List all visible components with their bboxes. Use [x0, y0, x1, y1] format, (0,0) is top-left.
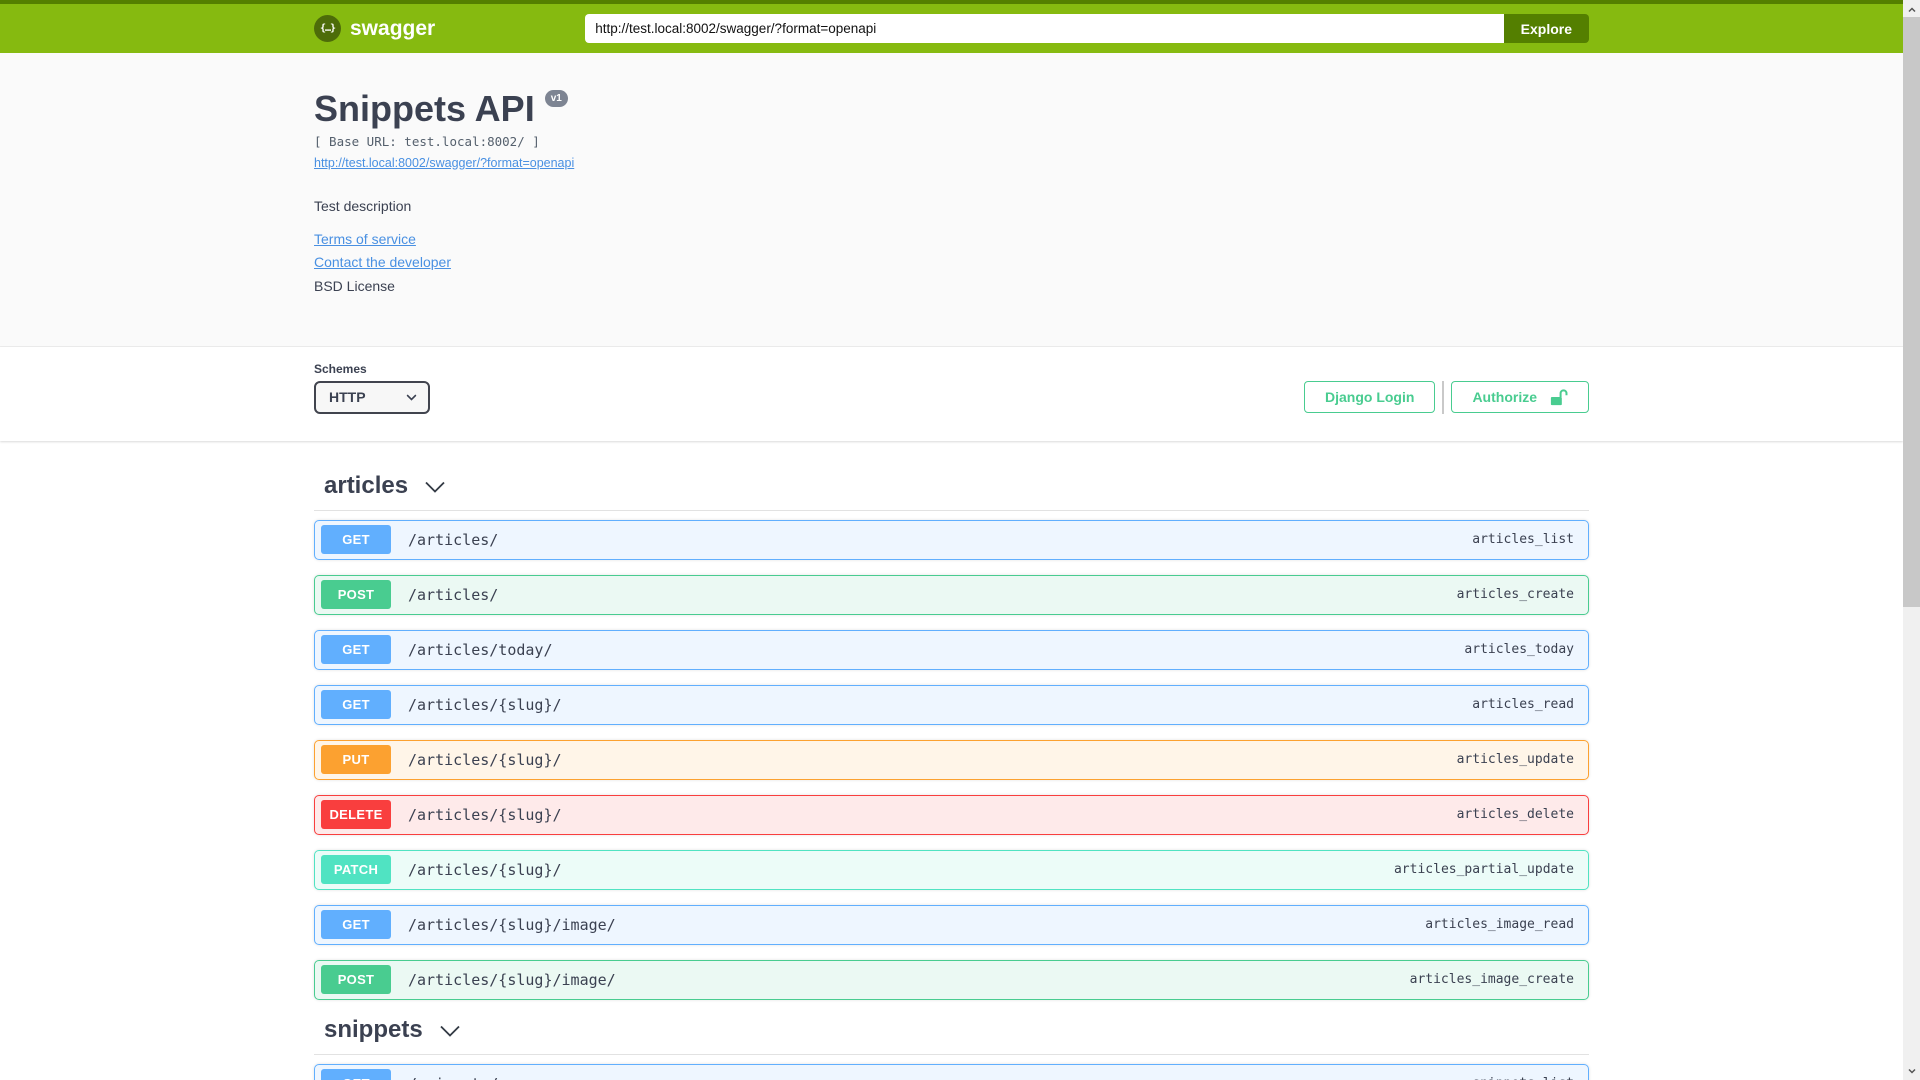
operation-path: /articles/{slug}/ [408, 860, 562, 879]
api-description: Test description [314, 197, 412, 214]
scheme-container: Schemes HTTP Django Login Authorize [0, 346, 1903, 441]
method-badge: POST [321, 580, 391, 610]
contact-developer-link[interactable]: Contact the developer [314, 254, 451, 270]
base-url: [ Base URL: test.local:8002/ ] [314, 133, 540, 149]
swagger-logo: {…} swagger [314, 15, 435, 42]
spec-link[interactable]: http://test.local:8002/swagger/?format=o… [314, 156, 574, 170]
schemes-label: Schemes [314, 361, 367, 376]
scrollbar-up-arrow-icon[interactable] [1903, 1, 1920, 18]
schemes-selected-value: HTTP [329, 389, 366, 406]
method-badge: GET [321, 1069, 391, 1080]
operation-id: articles_create [1456, 587, 1574, 603]
operation-path: /articles/today/ [408, 640, 553, 659]
operations-list: GET /articles/ articles_list POST /artic… [314, 511, 1589, 1000]
license-label: BSD License [314, 277, 395, 294]
authorize-label: Authorize [1472, 389, 1537, 406]
operation-id: snippets_list [1472, 1076, 1574, 1080]
info-section: Snippets API v1 [ Base URL: test.local:8… [0, 53, 1903, 347]
spec-url-input[interactable] [585, 14, 1504, 43]
api-tag-section: snippets GET /snippets/ snippets_list [314, 1015, 1589, 1080]
version-badge: v1 [544, 90, 568, 107]
operation-id: articles_image_read [1425, 917, 1574, 933]
operation-path: /articles/{slug}/ [408, 805, 562, 824]
operation-id: articles_list [1472, 532, 1574, 548]
django-login-label: Django Login [1325, 389, 1415, 406]
operation-row[interactable]: POST /articles/ articles_create [314, 574, 1589, 615]
api-tag-section: articles GET /articles/ articles_list PO… [314, 471, 1589, 1000]
scrollbar-down-arrow-icon[interactable] [1903, 1062, 1920, 1079]
operation-id: articles_partial_update [1393, 862, 1574, 878]
method-badge: PATCH [321, 855, 391, 885]
operation-row[interactable]: GET /articles/{slug}/image/ articles_ima… [314, 904, 1589, 945]
operation-row[interactable]: PUT /articles/{slug}/ articles_update [314, 739, 1589, 780]
topbar: {…} swagger Explore [0, 0, 1903, 53]
operation-row[interactable]: PATCH /articles/{slug}/ articles_partial… [314, 849, 1589, 890]
operation-path: /articles/ [408, 585, 499, 604]
operation-id: articles_update [1456, 752, 1574, 768]
operation-row[interactable]: POST /articles/{slug}/image/ articles_im… [314, 959, 1589, 1000]
swagger-braces-icon: {…} [314, 15, 341, 42]
scrollbar-thumb[interactable] [1903, 17, 1920, 607]
method-badge: DELETE [321, 800, 391, 830]
download-url-wrapper: Explore [585, 14, 1589, 43]
method-badge: GET [321, 635, 391, 665]
scrollbar[interactable] [1903, 0, 1920, 1080]
schemes-block: Schemes HTTP [314, 362, 430, 414]
page-title: Snippets API v1 [314, 89, 1589, 129]
operations-root: articles GET /articles/ articles_list PO… [314, 441, 1589, 1080]
terms-of-service-link[interactable]: Terms of service [314, 231, 416, 247]
chevron-down-icon [438, 1022, 462, 1040]
auth-wrapper: Django Login Authorize [1304, 380, 1589, 414]
unlock-icon [1549, 388, 1568, 407]
section-header-snippets[interactable]: snippets [314, 1015, 1589, 1055]
operation-id: articles_image_create [1409, 972, 1574, 988]
operation-path: /articles/{slug}/image/ [408, 915, 616, 934]
operation-path: /articles/{slug}/ [408, 695, 562, 714]
django-login-button[interactable]: Django Login [1304, 381, 1436, 414]
method-badge: POST [321, 965, 391, 995]
method-badge: GET [321, 690, 391, 720]
section-title: snippets [324, 1015, 423, 1043]
schemes-select[interactable]: HTTP [314, 380, 430, 414]
operation-id: articles_today [1464, 642, 1574, 658]
explore-button[interactable]: Explore [1503, 14, 1589, 43]
operation-row[interactable]: GET /snippets/ snippets_list [314, 1063, 1589, 1080]
operation-path: /snippets/ [408, 1075, 498, 1080]
section-header-articles[interactable]: articles [314, 471, 1589, 511]
api-title-text: Snippets API [314, 88, 535, 129]
chevron-down-icon [405, 391, 418, 404]
section-title: articles [324, 471, 409, 499]
brand-name: swagger [350, 16, 436, 40]
method-badge: GET [321, 525, 391, 555]
operation-row[interactable]: GET /articles/ articles_list [314, 519, 1589, 560]
operation-id: articles_read [1472, 697, 1574, 713]
operations-list: GET /snippets/ snippets_list [314, 1055, 1589, 1080]
chevron-down-icon [423, 478, 447, 496]
operation-id: articles_delete [1456, 807, 1574, 823]
operation-path: /articles/{slug}/image/ [408, 970, 616, 989]
browser-viewport: {…} swagger Explore Snippets API v1 [ Ba… [0, 0, 1903, 1080]
operation-row[interactable]: DELETE /articles/{slug}/ articles_delete [314, 794, 1589, 835]
operation-row[interactable]: GET /articles/{slug}/ articles_read [314, 684, 1589, 725]
auth-divider [1442, 380, 1445, 414]
operation-path: /articles/{slug}/ [408, 750, 562, 769]
operation-path: /articles/ [408, 530, 499, 549]
method-badge: PUT [321, 745, 391, 775]
method-badge: GET [321, 910, 391, 940]
authorize-button[interactable]: Authorize [1451, 381, 1589, 414]
operation-row[interactable]: GET /articles/today/ articles_today [314, 629, 1589, 670]
